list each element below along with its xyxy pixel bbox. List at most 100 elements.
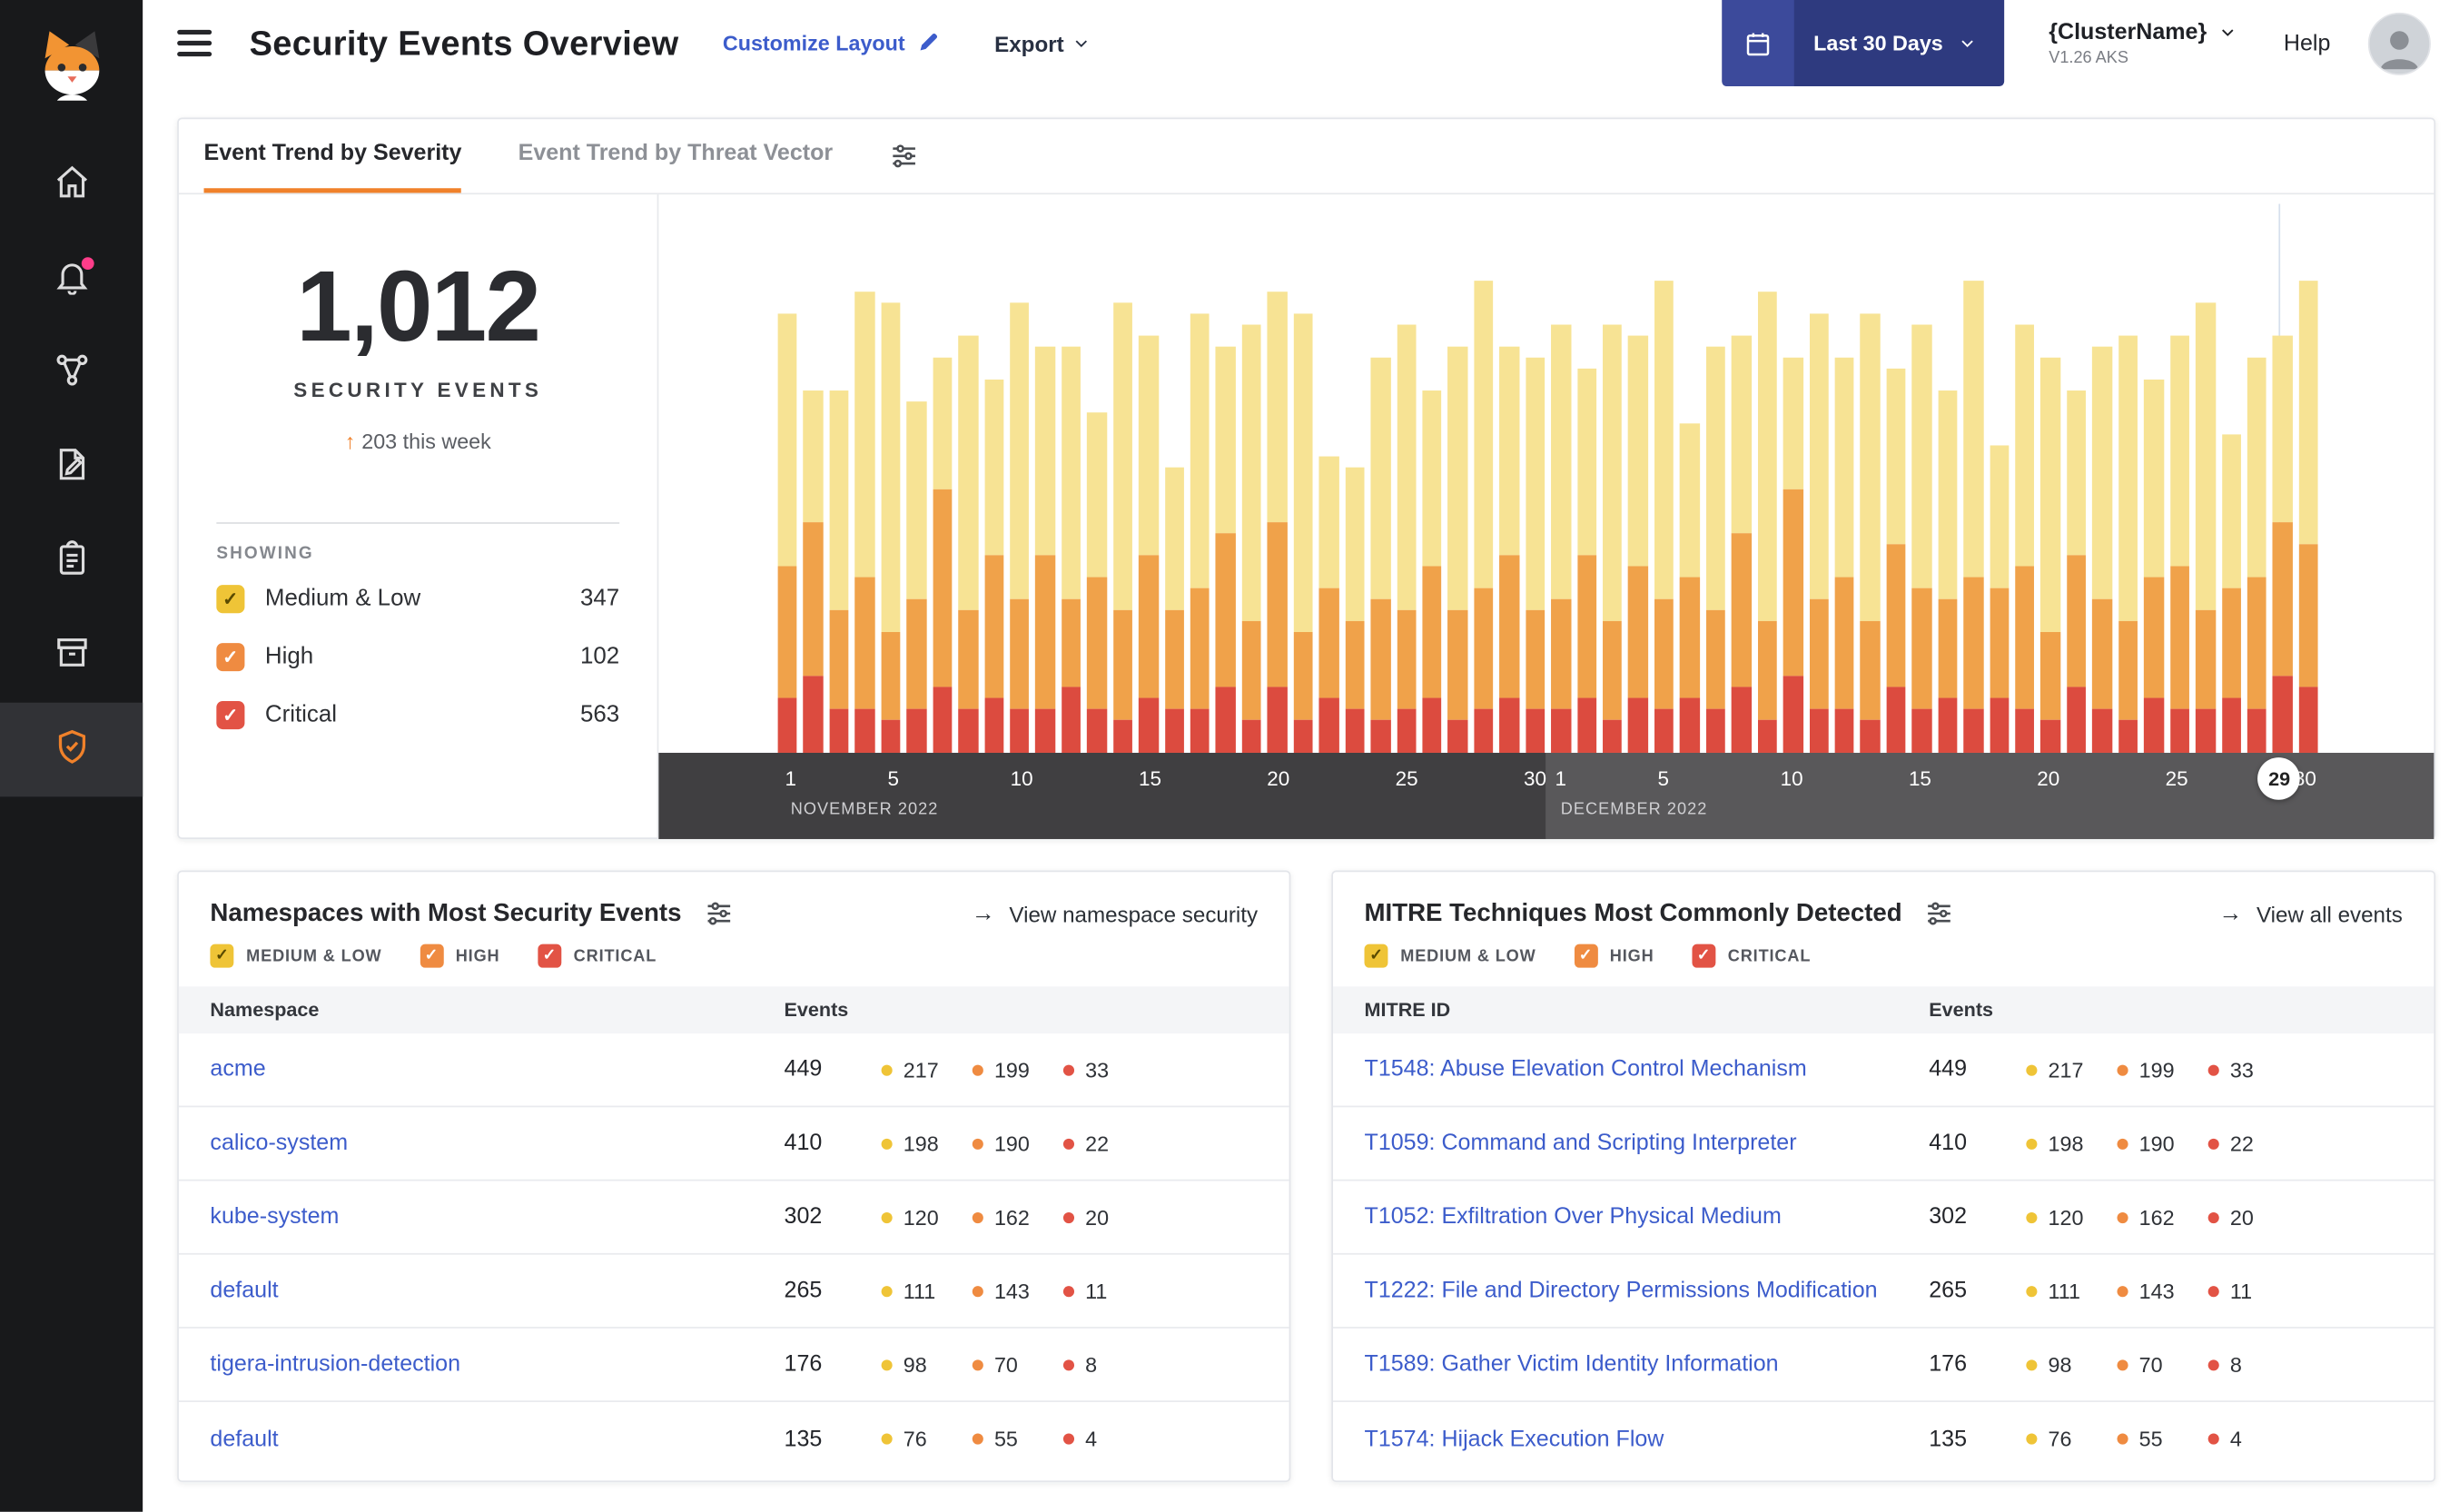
checkbox-medium-low[interactable]: ✓ xyxy=(216,584,245,613)
chart-bar-day-33[interactable] xyxy=(1603,324,1623,753)
checkbox-critical[interactable]: ✓ xyxy=(537,944,561,968)
namespace-link[interactable]: calico-system xyxy=(210,1131,784,1156)
chart-bar-day-24[interactable] xyxy=(1370,357,1391,753)
chart-bar-day-35[interactable] xyxy=(1654,281,1674,753)
sidebar-item-workloads[interactable] xyxy=(0,608,143,703)
sidebar-item-compliance[interactable] xyxy=(0,514,143,608)
chart-bar-day-48[interactable] xyxy=(1989,445,2010,753)
chart-bar-day-51[interactable] xyxy=(2067,390,2087,753)
mitre-technique-link[interactable]: T1548: Abuse Elevation Control Mechanism xyxy=(1365,1057,1930,1082)
chart-bar-day-59[interactable] xyxy=(2273,335,2293,753)
checkbox-high[interactable]: ✓ xyxy=(419,944,443,968)
chart-bar-day-4[interactable] xyxy=(854,292,875,753)
menu-toggle-icon[interactable] xyxy=(177,24,212,63)
chart-bar-day-6[interactable] xyxy=(906,401,927,753)
chart-bar-day-40[interactable] xyxy=(1783,357,1803,753)
chart-bar-day-16[interactable] xyxy=(1164,467,1184,753)
cluster-selector[interactable]: {ClusterName} V1.26 AKS xyxy=(2049,20,2237,66)
filter-medium-low[interactable]: ✓ MEDIUM & LOW xyxy=(1364,944,1536,968)
chart-bar-day-20[interactable] xyxy=(1267,292,1288,753)
chart-bar-day-36[interactable] xyxy=(1680,423,1700,753)
chart-bar-day-45[interactable] xyxy=(1911,324,1932,753)
chart-bar-day-58[interactable] xyxy=(2247,357,2267,753)
namespace-link[interactable]: default xyxy=(210,1427,784,1452)
severity-toggle-medium-low[interactable]: ✓ Medium & Low 347 xyxy=(216,569,619,628)
chart-bar-day-41[interactable] xyxy=(1809,313,1829,753)
chart-bar-day-19[interactable] xyxy=(1241,324,1262,753)
selected-day-badge[interactable]: 29 xyxy=(2257,757,2301,800)
filter-critical[interactable]: ✓ CRITICAL xyxy=(1692,944,1811,968)
sidebar-item-alerts[interactable] xyxy=(0,232,143,327)
chart-bar-day-44[interactable] xyxy=(1886,368,1906,753)
tab-event-trend-by-threat-vector[interactable]: Event Trend by Threat Vector xyxy=(518,119,834,193)
chart-bar-day-57[interactable] xyxy=(2221,434,2241,753)
chart-bar-day-18[interactable] xyxy=(1216,346,1236,753)
mitre-technique-link[interactable]: T1574: Hijack Execution Flow xyxy=(1365,1427,1930,1452)
chart-bar-day-34[interactable] xyxy=(1628,335,1648,753)
namespace-link[interactable]: tigera-intrusion-detection xyxy=(210,1352,784,1378)
chart-bar-day-2[interactable] xyxy=(804,390,824,753)
chart-bar-day-28[interactable] xyxy=(1474,281,1494,753)
chart-bar-day-37[interactable] xyxy=(1705,346,1726,753)
checkbox-high[interactable]: ✓ xyxy=(1574,944,1597,968)
checkbox-medium-low[interactable]: ✓ xyxy=(1364,944,1388,968)
chart-bar-day-27[interactable] xyxy=(1447,346,1468,753)
chart-bar-day-26[interactable] xyxy=(1422,390,1442,753)
chart-bar-day-9[interactable] xyxy=(983,379,1004,753)
help-link[interactable]: Help xyxy=(2284,31,2331,56)
filter-high[interactable]: ✓ HIGH xyxy=(419,944,500,968)
chart-bar-day-52[interactable] xyxy=(2092,346,2112,753)
filter-high[interactable]: ✓ HIGH xyxy=(1574,944,1654,968)
chart-bar-day-60[interactable] xyxy=(2298,281,2318,753)
chart-bar-day-25[interactable] xyxy=(1396,324,1417,753)
chart-bar-day-3[interactable] xyxy=(829,390,849,753)
user-avatar[interactable] xyxy=(2367,11,2431,75)
chart-bar-day-23[interactable] xyxy=(1345,467,1365,753)
view-namespace-security-link[interactable]: → View namespace security xyxy=(972,900,1258,926)
chart-bar-day-29[interactable] xyxy=(1499,346,1519,753)
namespace-link[interactable]: kube-system xyxy=(210,1204,784,1230)
namespace-link[interactable]: acme xyxy=(210,1057,784,1082)
chart-filter-icon[interactable] xyxy=(889,119,919,193)
chart-bar-day-13[interactable] xyxy=(1087,412,1107,753)
calico-cat-logo[interactable] xyxy=(32,15,110,119)
chart-bar-day-32[interactable] xyxy=(1576,368,1597,753)
export-button[interactable]: Export xyxy=(994,31,1091,55)
chart-bar-day-46[interactable] xyxy=(1938,390,1958,753)
sidebar-item-policies[interactable] xyxy=(0,420,143,515)
chart-bar-day-17[interactable] xyxy=(1190,313,1210,753)
severity-toggle-high[interactable]: ✓ High 102 xyxy=(216,628,619,686)
filter-critical[interactable]: ✓ CRITICAL xyxy=(537,944,657,968)
mitre-technique-link[interactable]: T1222: File and Directory Permissions Mo… xyxy=(1365,1279,1930,1304)
chart-bar-day-10[interactable] xyxy=(1010,302,1030,753)
sidebar-item-security-events[interactable] xyxy=(0,702,143,797)
severity-toggle-critical[interactable]: ✓ Critical 563 xyxy=(216,686,619,744)
checkbox-medium-low[interactable]: ✓ xyxy=(210,944,234,968)
mitre-technique-link[interactable]: T1052: Exfiltration Over Physical Medium xyxy=(1365,1204,1930,1230)
mitre-technique-link[interactable]: T1589: Gather Victim Identity Informatio… xyxy=(1365,1352,1930,1378)
customize-layout-button[interactable]: Customize Layout xyxy=(723,29,942,57)
chart-bar-day-8[interactable] xyxy=(958,335,978,753)
chart-bar-day-21[interactable] xyxy=(1293,313,1313,753)
chart-bar-day-31[interactable] xyxy=(1551,324,1571,753)
namespaces-filter-icon[interactable] xyxy=(704,899,734,929)
sidebar-item-service-graph[interactable] xyxy=(0,326,143,420)
chart-bar-day-22[interactable] xyxy=(1318,456,1339,753)
chart-bar-day-49[interactable] xyxy=(2015,324,2035,753)
chart-bar-day-38[interactable] xyxy=(1731,335,1752,753)
mitre-filter-icon[interactable] xyxy=(1924,899,1954,929)
chart-bar-day-39[interactable] xyxy=(1757,292,1777,753)
checkbox-critical[interactable]: ✓ xyxy=(216,700,245,729)
chart-bar-day-1[interactable] xyxy=(777,313,798,753)
chart-bar-day-30[interactable] xyxy=(1525,357,1546,753)
chart-bar-day-5[interactable] xyxy=(881,302,901,753)
chart-bar-day-11[interactable] xyxy=(1035,346,1055,753)
chart-bar-day-42[interactable] xyxy=(1834,357,1855,753)
chart-bar-day-15[interactable] xyxy=(1139,335,1159,753)
mitre-technique-link[interactable]: T1059: Command and Scripting Interpreter xyxy=(1365,1131,1930,1156)
chart-bar-day-7[interactable] xyxy=(932,357,953,753)
namespace-link[interactable]: default xyxy=(210,1279,784,1304)
chart-bar-day-12[interactable] xyxy=(1061,346,1081,753)
tab-event-trend-by-severity[interactable]: Event Trend by Severity xyxy=(203,119,462,193)
chart-bar-day-54[interactable] xyxy=(2144,379,2164,753)
